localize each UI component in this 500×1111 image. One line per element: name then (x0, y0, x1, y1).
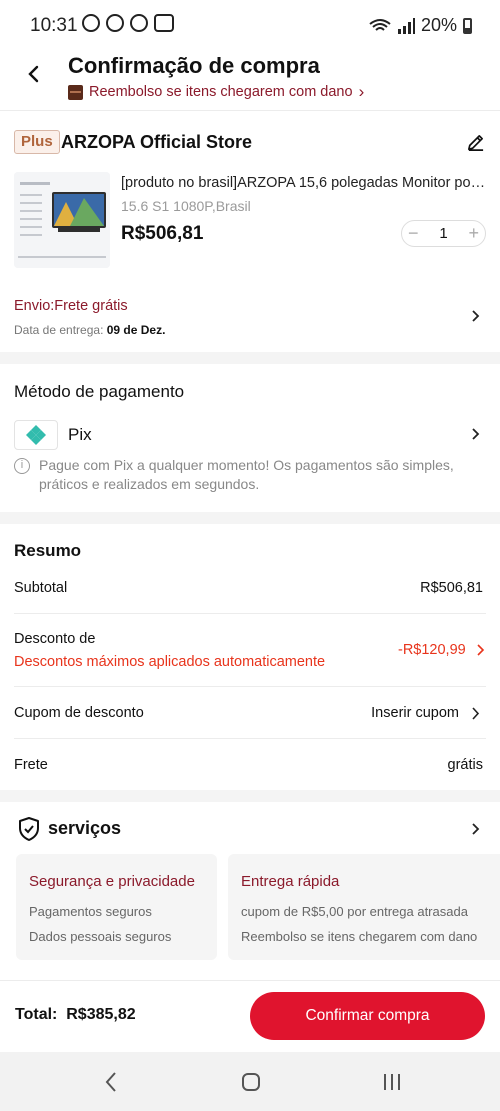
services-title: serviços (48, 818, 122, 838)
refund-guarantee-text: Reembolso se itens chegarem com dano (89, 84, 353, 100)
divider (14, 738, 486, 739)
wifi-icon (369, 18, 391, 31)
pix-logo (14, 420, 58, 450)
divider (14, 613, 486, 614)
page-title: Confirmação de compra (68, 53, 320, 78)
refund-guarantee-link[interactable]: Reembolso se itens chegarem com dano › (68, 82, 364, 102)
product-variant: 15.6 S1 1080P,Brasil (121, 198, 251, 214)
status-time: 10:31 (30, 15, 78, 36)
insert-coupon-link[interactable]: Inserir cupom (371, 705, 459, 721)
shipping-fee-label: Frete (14, 757, 48, 773)
section-gap (0, 790, 500, 802)
chevron-right-icon (472, 310, 480, 322)
shipping-label[interactable]: Envio:Frete grátis (14, 298, 128, 314)
chevron-right-icon (472, 823, 480, 835)
product-name[interactable]: [produto no brasil]ARZOPA 15,6 polegadas… (121, 175, 486, 191)
total: Total: R$385,82 (15, 1006, 136, 1024)
payment-info: Pague com Pix a qualquer momento! Os pag… (39, 457, 454, 492)
subtotal-row: Subtotal R$506,81 (14, 580, 483, 596)
signal-icon (397, 17, 415, 34)
divider (14, 686, 486, 687)
decrease-button[interactable]: − (408, 223, 419, 244)
delivery-date-value: 09 de Dez. (106, 323, 166, 337)
chevron-right-icon (472, 428, 480, 440)
section-gap (0, 352, 500, 364)
service-card-title: Segurança e privacidade (29, 873, 195, 890)
chevron-right-icon (477, 644, 484, 656)
increase-button[interactable]: + (468, 223, 479, 244)
discount-detail-button[interactable]: -R$120,99 (398, 642, 486, 658)
confirm-purchase-button[interactable]: Confirmar compra (250, 992, 485, 1040)
status-bar: 10:31 20% (0, 0, 500, 52)
shield-check-icon (18, 817, 40, 841)
whatsapp-icon (130, 14, 148, 32)
service-card-line: cupom de R$5,00 por entrega atrasada (241, 904, 468, 919)
total-value: R$385,82 (66, 1006, 136, 1023)
chevron-right-icon (472, 707, 480, 720)
edit-button[interactable] (466, 133, 484, 151)
delivery-date: Data de entrega: 09 de Dez. (14, 323, 165, 337)
shipping-fee-value: grátis (447, 757, 483, 773)
nav-back-icon[interactable] (104, 1071, 118, 1093)
notification-icon (82, 14, 100, 32)
notification-icon (106, 14, 124, 32)
plus-badge: Plus (14, 130, 60, 154)
package-icon (68, 84, 83, 100)
service-card-security[interactable]: Segurança e privacidade Pagamentos segur… (16, 854, 217, 960)
discount-value: -R$120,99 (398, 642, 466, 658)
chevron-right-icon: › (358, 82, 365, 101)
summary-title: Resumo (14, 541, 82, 560)
divider (0, 110, 500, 111)
nav-recents-icon[interactable] (382, 1072, 402, 1092)
service-card-line: Dados pessoais seguros (29, 929, 172, 944)
section-gap (0, 512, 500, 524)
nav-home-icon[interactable] (241, 1072, 261, 1092)
product-price: R$506,81 (121, 223, 204, 244)
notification-icons (82, 14, 174, 32)
status-right: 20% (369, 15, 472, 36)
shipping-row: Frete grátis (14, 757, 483, 773)
service-card-line: Reembolso se itens chegarem com dano (241, 929, 478, 944)
discount-note: Descontos máximos aplicados automaticame… (14, 654, 326, 670)
quantity-stepper: − 1 + (401, 220, 486, 247)
battery-percent: 20% (420, 15, 457, 35)
battery-icon (463, 17, 472, 34)
back-button[interactable] (22, 62, 46, 86)
payment-method-title: Método de pagamento (14, 382, 185, 401)
pencil-icon (467, 134, 484, 151)
info-icon: i (14, 458, 30, 474)
payment-chevron-button[interactable] (470, 427, 482, 446)
total-label: Total: (15, 1006, 58, 1023)
store-name[interactable]: ARZOPA Official Store (61, 132, 252, 153)
subtotal-label: Subtotal (14, 580, 68, 596)
services-chevron-button[interactable] (470, 822, 482, 841)
delivery-prefix: Data de entrega: (14, 323, 104, 337)
service-card-title: Entrega rápida (241, 873, 340, 890)
system-nav-bar (0, 1052, 500, 1111)
pix-icon (26, 425, 46, 445)
coupon-row[interactable]: Cupom de desconto Inserir cupom (14, 705, 483, 721)
quantity-value[interactable]: 1 (439, 225, 447, 242)
product-thumbnail[interactable] (14, 172, 110, 268)
shipping-chevron-button[interactable] (470, 309, 482, 328)
product-image (14, 172, 110, 268)
coupon-label: Cupom de desconto (14, 705, 144, 721)
subtotal-value: R$506,81 (420, 580, 483, 596)
chevron-left-icon (28, 65, 39, 83)
notification-icon (154, 14, 174, 32)
service-card-line: Pagamentos seguros (29, 904, 152, 919)
service-card-fast-delivery[interactable]: Entrega rápida cupom de R$5,00 por entre… (228, 854, 500, 960)
payment-method-pix[interactable]: Pix (68, 425, 92, 445)
